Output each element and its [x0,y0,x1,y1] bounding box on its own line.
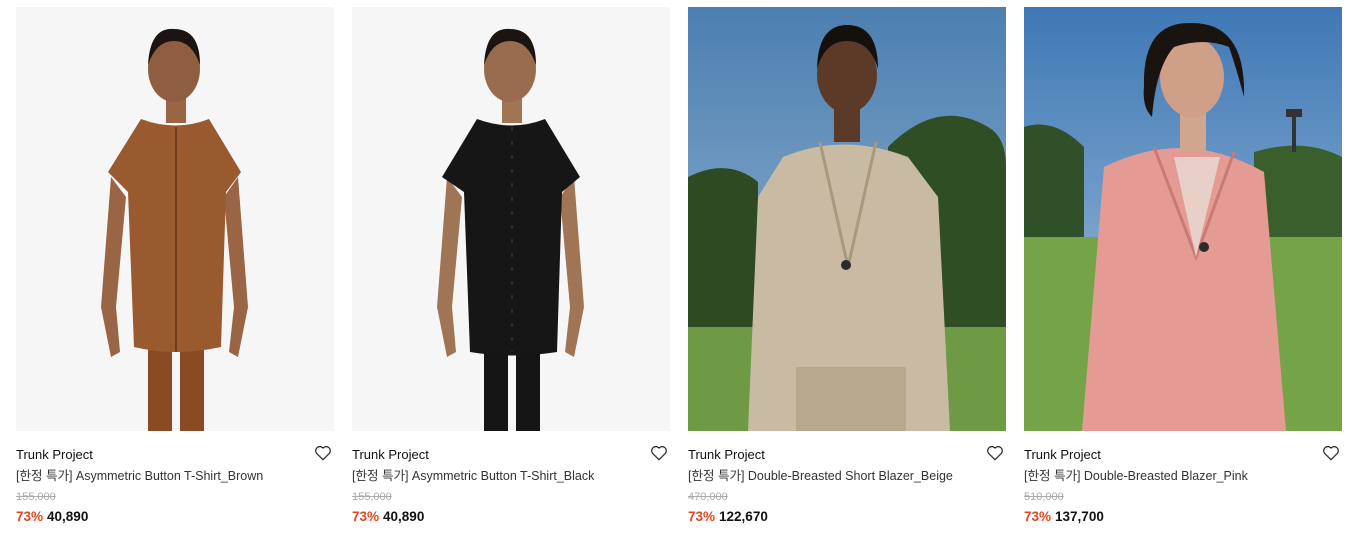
sale-price: 137,700 [1055,509,1104,524]
heart-outline-icon[interactable] [986,444,1004,462]
product-name[interactable]: [한정 특가] Asymmetric Button T-Shirt_Brown [16,467,334,485]
product-name[interactable]: [한정 특가] Asymmetric Button T-Shirt_Black [352,467,670,485]
sale-price-row: 73% 40,890 [352,508,670,526]
product-name[interactable]: [한정 특가] Double-Breasted Blazer_Pink [1024,467,1342,485]
product-image[interactable] [352,7,670,431]
product-card[interactable]: Trunk Project [한정 특가] Double-Breasted Bl… [1024,7,1342,526]
sale-price-row: 73% 122,670 [688,508,1006,526]
original-price: 510,000 [1024,491,1064,503]
heart-outline-icon[interactable] [650,444,668,462]
discount-rate: 73% [1024,509,1052,524]
product-card[interactable]: Trunk Project [한정 특가] Asymmetric Button … [16,7,334,526]
sale-price: 40,890 [47,509,89,524]
brand-name[interactable]: Trunk Project [688,447,765,462]
brand-name[interactable]: Trunk Project [352,447,429,462]
sale-price: 122,670 [719,509,768,524]
heart-outline-icon[interactable] [314,444,332,462]
product-image[interactable] [1024,7,1342,431]
original-price: 155,000 [352,491,392,503]
brand-name[interactable]: Trunk Project [16,447,93,462]
product-card[interactable]: Trunk Project [한정 특가] Asymmetric Button … [352,7,670,526]
product-image[interactable] [688,7,1006,431]
original-price: 470,000 [688,491,728,503]
sale-price-row: 73% 40,890 [16,508,334,526]
product-card[interactable]: Trunk Project [한정 특가] Double-Breasted Sh… [688,7,1006,526]
sale-price-row: 73% 137,700 [1024,508,1342,526]
original-price: 155,000 [16,491,56,503]
sale-price: 40,890 [383,509,425,524]
discount-rate: 73% [16,509,44,524]
discount-rate: 73% [352,509,380,524]
product-image[interactable] [16,7,334,431]
product-name[interactable]: [한정 특가] Double-Breasted Short Blazer_Bei… [688,467,1006,485]
heart-outline-icon[interactable] [1322,444,1340,462]
discount-rate: 73% [688,509,716,524]
brand-name[interactable]: Trunk Project [1024,447,1101,462]
product-grid: Trunk Project [한정 특가] Asymmetric Button … [16,7,1342,537]
